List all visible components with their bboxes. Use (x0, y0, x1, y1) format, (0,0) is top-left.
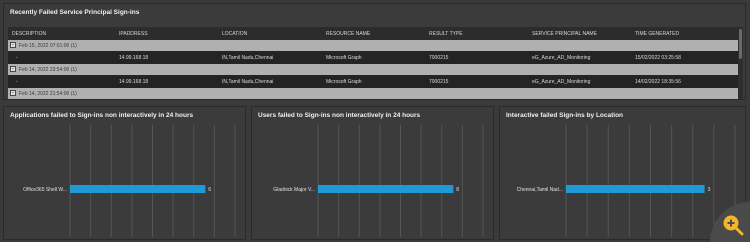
group-row[interactable]: − Feb 15, 2022 07:01:00 (1) (8, 40, 741, 51)
category-label: Gladnick Major V... (273, 187, 315, 193)
signins-table: DESCRIPTION IPADDRESS LOCATION RESOURCE … (8, 27, 741, 99)
failed-signins-table-panel: Recently Failed Service Principal Sign-i… (3, 3, 746, 100)
table-scrollbar[interactable] (738, 27, 743, 99)
col-header-result-type[interactable]: RESULT TYPE (429, 31, 463, 37)
cell-result-type: 7000215 (429, 79, 449, 85)
value-label: 8 (456, 187, 459, 193)
cell-resource-name: Microsoft Graph (326, 79, 362, 85)
col-header-ipaddress[interactable]: IPADDRESS (119, 31, 148, 37)
bar[interactable] (70, 185, 206, 193)
cell-time-generated: 14/02/2022 18:35:56 (635, 79, 681, 85)
group-row[interactable]: − Feb 14, 2022 23:54:00 (1) (8, 64, 741, 75)
zoom-in-icon (723, 215, 744, 236)
group-label: Feb 14, 2022 23:54:00 (1) (19, 67, 77, 73)
collapse-icon[interactable]: − (10, 42, 16, 48)
cell-result-type: 7000215 (429, 55, 449, 61)
cell-description: - (16, 55, 18, 61)
cell-service-principal-name: eG_Azure_AD_Monitoring (532, 79, 591, 85)
cell-resource-name: Microsoft Graph (326, 55, 362, 61)
cell-service-principal-name: eG_Azure_AD_Monitoring (532, 55, 591, 61)
col-header-time-generated[interactable]: TIME GENERATED (635, 31, 679, 37)
category-label: Chennai,Tamil Nad... (517, 187, 563, 193)
cell-location: IN,Tamil Nadu,Chennai (222, 79, 274, 85)
location-bar-chart: Chennai,Tamil Nad... 3 (517, 125, 736, 237)
collapse-icon[interactable]: − (10, 90, 16, 96)
col-header-service-principal-name[interactable]: SERVICE PRINCIPAL NAME (532, 31, 597, 37)
table-panel-title: Recently Failed Service Principal Sign-i… (10, 9, 140, 16)
bar[interactable] (566, 185, 705, 193)
applications-bar-chart: Office365 Shell W... 6 (23, 125, 236, 237)
cell-ipaddress: 14.99.168.18 (119, 79, 149, 85)
chart-panel-applications: Applications failed to Sign-ins non inte… (3, 106, 246, 240)
bar[interactable] (318, 185, 454, 193)
cell-ipaddress: 14.99.168.18 (119, 55, 149, 61)
chart-panel-users: Users failed to Sign-ins non interactive… (251, 106, 494, 240)
col-header-description[interactable]: DESCRIPTION (12, 31, 46, 37)
group-label: Feb 14, 2022 21:54:00 (1) (19, 91, 77, 97)
group-label: Feb 15, 2022 07:01:00 (1) (19, 43, 77, 49)
value-label: 6 (208, 187, 211, 193)
cell-description: - (16, 79, 18, 85)
scrollbar-thumb[interactable] (739, 29, 742, 59)
chart-panel-location: Interactive failed Sign-ins by Location … (499, 106, 746, 240)
table-row[interactable]: - 14.99.168.18 IN,Tamil Nadu,Chennai Mic… (8, 75, 741, 88)
category-label: Office365 Shell W... (23, 187, 67, 193)
collapse-icon[interactable]: − (10, 66, 16, 72)
col-header-location[interactable]: LOCATION (222, 31, 247, 37)
group-row[interactable]: − Feb 14, 2022 21:54:00 (1) (8, 88, 741, 99)
table-header: DESCRIPTION IPADDRESS LOCATION RESOURCE … (8, 27, 741, 40)
col-header-resource-name[interactable]: RESOURCE NAME (326, 31, 370, 37)
table-row[interactable]: - 14.99.168.18 IN,Tamil Nadu,Chennai Mic… (8, 51, 741, 64)
cell-location: IN,Tamil Nadu,Chennai (222, 55, 274, 61)
cell-time-generated: 15/02/2022 03:25:58 (635, 55, 681, 61)
users-bar-chart: Gladnick Major V... 8 (273, 125, 484, 237)
value-label: 3 (708, 187, 711, 193)
